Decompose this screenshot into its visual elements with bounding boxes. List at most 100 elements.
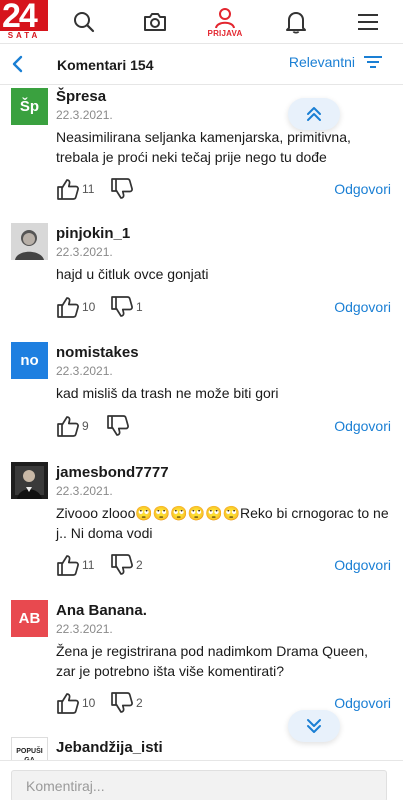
sort-label: Relevantni bbox=[288, 54, 355, 70]
dislike-button[interactable]: 2 bbox=[110, 691, 143, 715]
comment-username[interactable]: Ana Banana. bbox=[56, 602, 147, 619]
user-icon bbox=[215, 7, 235, 28]
thumbs-down-icon bbox=[111, 554, 133, 575]
dislike-button[interactable] bbox=[106, 414, 132, 438]
like-count: 11 bbox=[82, 558, 95, 572]
reply-button[interactable]: Odgovori bbox=[334, 695, 391, 711]
comment-username[interactable]: Špresa bbox=[56, 88, 106, 105]
dislike-count: 2 bbox=[136, 696, 143, 710]
camera-icon bbox=[144, 13, 166, 31]
dislike-button[interactable]: 1 bbox=[110, 295, 143, 319]
avatar-text: POPUŠI GA bbox=[16, 747, 43, 761]
comment-username[interactable]: jamesbond7777 bbox=[56, 464, 169, 481]
comment-list[interactable]: Šp Špresa 22.3.2021. Neasimilirana selja… bbox=[0, 85, 403, 760]
comment-text: kad misliš da trash ne može biti gori bbox=[56, 385, 279, 401]
comment-text: Žena je registrirana pod nadimkom Drama … bbox=[56, 643, 369, 679]
avatar[interactable]: Šp bbox=[11, 88, 48, 125]
comment-composer bbox=[0, 760, 403, 800]
chevron-left-icon bbox=[12, 55, 23, 73]
comment-date: 22.3.2021. bbox=[56, 364, 113, 378]
comment-item: Šp Špresa 22.3.2021. Neasimilirana selja… bbox=[0, 85, 403, 205]
search-button[interactable] bbox=[62, 0, 106, 44]
like-button[interactable]: 10 bbox=[56, 691, 95, 715]
comment-actions: 10 2 Odgovori bbox=[56, 691, 391, 717]
reply-button[interactable]: Odgovori bbox=[334, 418, 391, 434]
comment-actions: 9 Odgovori bbox=[56, 414, 391, 440]
comment-actions: 11 Odgovori bbox=[56, 177, 391, 203]
hamburger-icon bbox=[358, 14, 378, 30]
comment-actions: 10 1 Odgovori bbox=[56, 295, 391, 321]
comment-actions: 11 2 Odgovori bbox=[56, 553, 391, 579]
avatar[interactable] bbox=[11, 223, 48, 260]
comment-username[interactable]: pinjokin_1 bbox=[56, 225, 130, 242]
back-button[interactable] bbox=[6, 52, 30, 76]
logo-sub: SATA bbox=[0, 31, 48, 40]
thumbs-up-icon bbox=[57, 179, 79, 200]
comment-item: no nomistakes 22.3.2021. kad misliš da t… bbox=[0, 342, 403, 442]
avatar[interactable]: no bbox=[11, 342, 48, 379]
comment-input[interactable] bbox=[11, 770, 387, 800]
thumbs-up-icon bbox=[57, 416, 79, 437]
comment-date: 22.3.2021. bbox=[56, 622, 113, 636]
comment-item: jamesbond7777 22.3.2021. Zivooo zlooo🙄🙄🙄… bbox=[0, 462, 403, 582]
thumbs-up-icon bbox=[57, 693, 79, 714]
comment-text: hajd u čitluk ovce gonjati bbox=[56, 266, 209, 282]
like-button[interactable]: 11 bbox=[56, 177, 94, 201]
like-button[interactable]: 11 bbox=[56, 553, 94, 577]
comment-date: 22.3.2021. bbox=[56, 245, 113, 259]
top-bar: 24 SATA PRIJAVA bbox=[0, 0, 403, 44]
reply-button[interactable]: Odgovori bbox=[334, 299, 391, 315]
comment-username[interactable]: nomistakes bbox=[56, 344, 139, 361]
comment-item: POPUŠI GA Jebandžija_isti bbox=[0, 737, 403, 760]
site-logo[interactable]: 24 SATA bbox=[0, 0, 48, 40]
like-count: 9 bbox=[82, 419, 89, 433]
search-icon bbox=[74, 12, 95, 33]
logo-number: 24 bbox=[2, 0, 38, 35]
thumbs-up-icon bbox=[57, 555, 79, 576]
dislike-count: 1 bbox=[136, 300, 143, 314]
comment-date: 22.3.2021. bbox=[56, 484, 113, 498]
scroll-down-button[interactable] bbox=[288, 710, 340, 742]
sort-icon bbox=[364, 56, 382, 68]
reply-button[interactable]: Odgovori bbox=[334, 181, 391, 197]
comment-text: Neasimilirana seljanka kamenjarska, prim… bbox=[56, 129, 351, 165]
dislike-button[interactable] bbox=[110, 177, 136, 201]
like-count: 10 bbox=[82, 300, 96, 314]
avatar-initials: no bbox=[20, 352, 39, 369]
scroll-up-button[interactable] bbox=[288, 98, 340, 130]
avatar-photo-icon bbox=[11, 223, 48, 260]
double-chevron-down-icon bbox=[307, 719, 321, 733]
comment-date: 22.3.2021. bbox=[56, 108, 113, 122]
thumbs-down-icon bbox=[111, 178, 133, 199]
thumbs-down-icon bbox=[111, 296, 133, 317]
camera-button[interactable] bbox=[133, 0, 177, 44]
like-count: 10 bbox=[82, 696, 96, 710]
avatar-photo-icon bbox=[11, 462, 48, 499]
thumbs-down-icon bbox=[107, 415, 129, 436]
notifications-button[interactable] bbox=[274, 0, 318, 44]
thumbs-up-icon bbox=[57, 297, 79, 318]
login-label: PRIJAVA bbox=[207, 28, 243, 38]
avatar-initials: Šp bbox=[19, 98, 40, 115]
like-count: 11 bbox=[82, 182, 95, 196]
comment-text: Zivooo zlooo🙄🙄🙄🙄🙄🙄Reko bi crnogorac to n… bbox=[56, 505, 389, 541]
comment-item: AB Ana Banana. 22.3.2021. Žena je regist… bbox=[0, 600, 403, 720]
bell-icon bbox=[286, 12, 306, 34]
menu-button[interactable] bbox=[346, 0, 390, 44]
thumbs-down-icon bbox=[111, 692, 133, 713]
avatar[interactable]: POPUŠI GA bbox=[11, 737, 48, 760]
login-button[interactable]: PRIJAVA bbox=[203, 0, 247, 44]
comment-username[interactable]: Jebandžija_isti bbox=[56, 739, 163, 756]
double-chevron-up-icon bbox=[307, 107, 321, 121]
comments-title: Komentari 154 bbox=[57, 57, 154, 73]
avatar[interactable] bbox=[11, 462, 48, 499]
dislike-button[interactable]: 2 bbox=[110, 553, 143, 577]
avatar[interactable]: AB bbox=[11, 600, 48, 637]
reply-button[interactable]: Odgovori bbox=[334, 557, 391, 573]
comment-item: pinjokin_1 22.3.2021. hajd u čitluk ovce… bbox=[0, 223, 403, 323]
sort-button[interactable]: Relevantni bbox=[289, 54, 383, 70]
comments-header: Komentari 154 Relevantni bbox=[0, 44, 403, 85]
like-button[interactable]: 10 bbox=[56, 295, 95, 319]
like-button[interactable]: 9 bbox=[56, 414, 89, 438]
avatar-initials: AB bbox=[18, 610, 41, 627]
